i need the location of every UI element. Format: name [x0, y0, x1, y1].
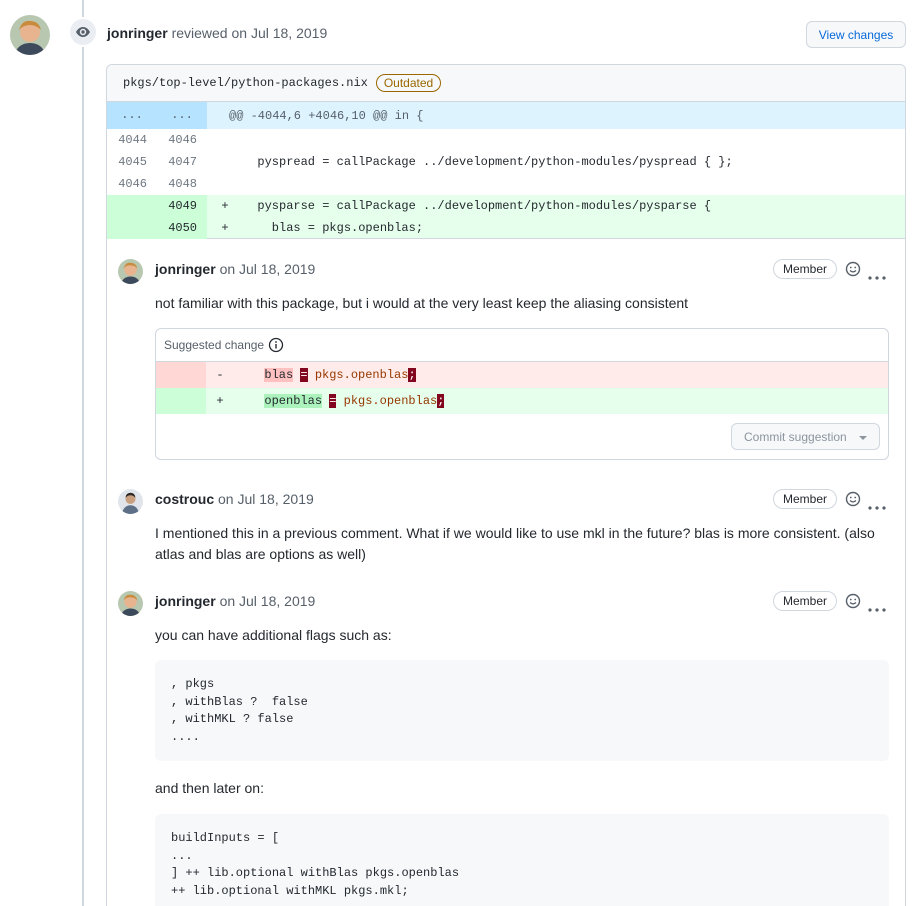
- smiley-icon[interactable]: [845, 261, 861, 280]
- diff-sign: +: [221, 220, 229, 235]
- file-header: pkgs/top-level/python-packages.nix Outda…: [107, 65, 905, 102]
- review-header: jonringer reviewed on Jul 18, 2019: [107, 25, 327, 41]
- changed-token: =: [300, 368, 308, 382]
- comment-body-continued: and then later on:: [155, 780, 264, 796]
- view-changes-button[interactable]: View changes: [806, 21, 906, 48]
- timeline-line: [82, 0, 84, 906]
- changed-token: ;: [437, 394, 445, 408]
- code-token: pkgs.openblas: [307, 368, 409, 382]
- eye-icon: [68, 17, 98, 47]
- avatar[interactable]: [118, 591, 143, 616]
- kebab-horizontal-icon[interactable]: [868, 599, 886, 615]
- new-line-number[interactable]: 4050: [157, 216, 207, 239]
- comment-body: you can have additional flags such as:: [155, 627, 392, 643]
- old-line-number: [107, 195, 157, 217]
- file-path[interactable]: pkgs/top-level/python-packages.nix: [123, 76, 368, 90]
- commit-suggestion-button[interactable]: Commit suggestion: [731, 423, 880, 450]
- diff-line: 4045 4047 pyspread = callPackage ../deve…: [107, 151, 905, 173]
- suggested-change-title: Suggested change: [164, 338, 265, 352]
- diff-line: 4046 4048: [107, 173, 905, 195]
- comment-header: costrouc on Jul 18, 2019: [155, 491, 314, 507]
- changed-token: blas: [264, 368, 294, 382]
- new-line-number[interactable]: 4049: [157, 195, 207, 217]
- diff-sign: +: [221, 199, 229, 213]
- diff-code: pyspread = callPackage ../development/py…: [243, 155, 733, 169]
- smiley-icon[interactable]: [845, 593, 861, 612]
- old-line-number[interactable]: 4046: [107, 177, 157, 191]
- avatar[interactable]: [10, 15, 50, 55]
- avatar[interactable]: [118, 489, 143, 514]
- code-token: pkgs.openblas: [336, 394, 438, 408]
- old-line-number: [107, 216, 157, 239]
- comment-header: jonringer on Jul 18, 2019: [155, 261, 315, 277]
- old-line-number[interactable]: 4045: [107, 155, 157, 169]
- code-block: , pkgs , withBlas ? false , withMKL ? fa…: [155, 660, 889, 761]
- diff-sign: +: [216, 394, 224, 408]
- new-line-number[interactable]: 4046: [157, 133, 207, 147]
- review-action: reviewed on Jul 18, 2019: [171, 25, 328, 41]
- avatar[interactable]: [118, 259, 143, 284]
- suggested-change: Suggested change - blas = pkgs.openblas;…: [155, 328, 889, 460]
- suggestion-code: blas = pkgs.openblas;: [234, 368, 416, 382]
- kebab-horizontal-icon[interactable]: [868, 497, 886, 513]
- new-line-number[interactable]: 4048: [157, 177, 207, 191]
- hunk-expand-left[interactable]: ...: [107, 102, 157, 129]
- old-line-number[interactable]: 4044: [107, 133, 157, 147]
- diff-line-added: 4050 + blas = pkgs.openblas;: [107, 216, 905, 239]
- comment-author[interactable]: jonringer: [155, 261, 216, 277]
- diff-hunk-header: ... ... @@ -4044,6 +4046,10 @@ in {: [107, 102, 905, 129]
- commit-suggestion-label: Commit suggestion: [744, 429, 847, 444]
- comment-body: I mentioned this in a previous comment. …: [155, 525, 875, 562]
- diff-line-added: 4049 + pysparse = callPackage ../develop…: [107, 195, 905, 217]
- suggested-change-header: Suggested change: [156, 329, 888, 362]
- kebab-horizontal-icon[interactable]: [868, 267, 886, 283]
- diff-line: 4044 4046: [107, 129, 905, 151]
- review-comment: jonringer on Jul 18, 2019 Member you can…: [118, 591, 890, 906]
- comment-date[interactable]: on Jul 18, 2019: [218, 491, 314, 507]
- outdated-badge: Outdated: [375, 74, 442, 92]
- diff-code: blas = pkgs.openblas;: [243, 220, 424, 235]
- review-author[interactable]: jonringer: [107, 25, 168, 41]
- info-icon[interactable]: [268, 337, 284, 353]
- line-gutter: [156, 388, 206, 414]
- code-block: buildInputs = [ ... ] ++ lib.optional wi…: [155, 814, 889, 906]
- member-badge: Member: [773, 591, 838, 611]
- diff-code: pysparse = callPackage ../development/py…: [243, 199, 712, 213]
- comment-header: jonringer on Jul 18, 2019: [155, 593, 315, 609]
- comment-date[interactable]: on Jul 18, 2019: [220, 593, 316, 609]
- suggestion-added-line: + openblas = pkgs.openblas;: [156, 388, 888, 414]
- comment-date[interactable]: on Jul 18, 2019: [220, 261, 316, 277]
- comment-author[interactable]: costrouc: [155, 491, 214, 507]
- hunk-expand-right[interactable]: ...: [157, 102, 207, 129]
- changed-token: ;: [408, 368, 416, 382]
- line-gutter: [156, 362, 206, 388]
- smiley-icon[interactable]: [845, 491, 861, 510]
- new-line-number[interactable]: 4047: [157, 155, 207, 169]
- comment-body: not familiar with this package, but i wo…: [155, 295, 689, 311]
- member-badge: Member: [773, 259, 838, 279]
- comment-author[interactable]: jonringer: [155, 593, 216, 609]
- suggestion-code: openblas = pkgs.openblas;: [234, 394, 445, 408]
- review-comment: jonringer on Jul 18, 2019 Member not fam…: [118, 259, 890, 469]
- suggestion-deleted-line: - blas = pkgs.openblas;: [156, 362, 888, 388]
- review-comment: costrouc on Jul 18, 2019 Member I mentio…: [118, 489, 890, 569]
- triangle-down-icon: [859, 436, 867, 440]
- diff-sign: -: [216, 368, 224, 382]
- changed-token: openblas: [264, 394, 323, 408]
- hunk-text: @@ -4044,6 +4046,10 @@ in {: [229, 108, 424, 123]
- member-badge: Member: [773, 489, 838, 509]
